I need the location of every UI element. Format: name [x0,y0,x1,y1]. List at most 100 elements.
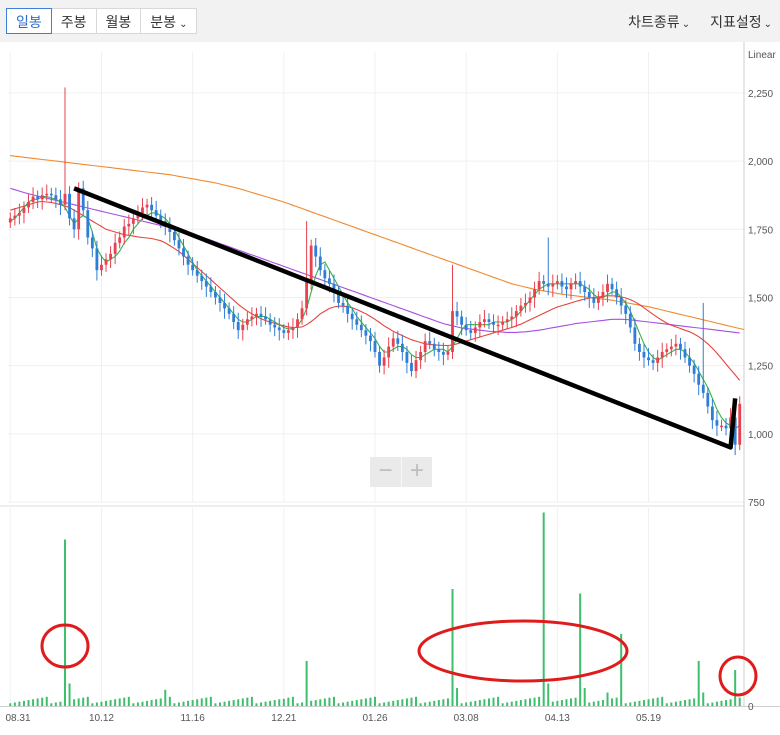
chevron-down-icon: ⌄ [681,19,691,30]
volume-bar [209,696,212,706]
chart-canvas[interactable]: Linear2,2502,0001,7501,5001,2501,000750 … [0,42,780,730]
candle-body [514,311,518,317]
chart-type-menu[interactable]: 차트종류 ⌄ [628,12,690,32]
tab-minute[interactable]: 분봉 ⌄ [140,8,198,34]
volume-bar [91,703,94,706]
candle-body [437,349,441,352]
candle-body [72,218,76,230]
candle-body [651,360,655,363]
date-tick-label: 03.08 [454,713,479,724]
tab-weekly[interactable]: 주봉 [50,8,97,34]
volume-bar [168,696,171,706]
volume-bar [706,703,709,706]
volume-bar [374,696,376,706]
volume-bar [415,696,418,706]
volume-bar [223,701,226,706]
volume-bar [332,696,335,706]
candle-body [227,308,231,314]
volume-bar [32,699,35,706]
volume-bar [469,701,472,706]
volume-bar [652,698,655,706]
candle-body [68,193,71,219]
volume-bar [136,702,139,706]
candle-body [715,420,719,426]
candle-body [86,210,90,238]
volume-bar [86,696,89,706]
price-tick-label: 2,000 [748,157,773,168]
date-tick-label: 08.31 [5,713,30,724]
candle-body [505,319,509,322]
volume-bar [478,700,481,706]
volume-bar [428,701,431,706]
volume-bar [246,697,249,706]
volume-bar [241,698,244,706]
price-tick-label: 750 [748,498,765,509]
date-tick-label: 01.26 [362,713,387,724]
candle-body [592,297,596,303]
zoom-in-button[interactable]: + [401,457,432,487]
price-tick-label: 1,250 [748,362,773,373]
volume-bar [483,699,486,706]
volume-bar [560,700,563,706]
stock-chart[interactable]: Linear 2,250 2,000 1,750 1,500 1,250 1,000 750 … [0,42,780,730]
candle-body [209,286,213,292]
candle-body [314,245,318,257]
volume-bar [269,700,272,706]
candle-body [574,281,578,284]
volume-bar [392,700,395,706]
volume-bar [446,698,449,706]
volume-bar [132,703,135,706]
candle-body [638,343,641,352]
zoom-out-button[interactable]: − [370,457,401,487]
tab-monthly[interactable]: 월봉 [95,8,142,34]
date-tick-label: 11.16 [180,713,205,724]
volume-bar [702,692,705,706]
candle-body [455,311,459,317]
candle-body [204,281,208,287]
candle-body [259,313,263,317]
date-tick-label: 12.21 [271,713,296,724]
chart-type-label: 차트종류 [628,14,680,30]
candle-body [451,311,454,352]
candle-body [309,245,313,282]
volume-bar [264,701,267,706]
volume-bar [588,702,591,706]
candle-body [569,283,573,290]
candle-body [565,286,568,290]
tab-monthly-label: 월봉 [105,14,132,30]
price-tick-label: 1,000 [748,430,773,441]
volume-bar [661,696,664,706]
candle-body [291,327,295,331]
volume-bar [287,697,290,706]
volume-bar [360,699,363,706]
candle-body [13,215,17,219]
candle-body [154,210,158,216]
candle-body [391,338,395,347]
candle-body [533,289,536,298]
tab-daily[interactable]: 일봉 [6,8,52,34]
date-tick-label: 10.12 [89,713,114,724]
candle-body [113,242,117,254]
volume-bar [725,700,728,706]
candle-body [323,270,327,279]
price-tick-label: 1,500 [748,293,773,304]
volume-bar [693,698,696,706]
candle-body [679,343,682,350]
volume-bar [159,698,162,706]
volume-bar [601,700,604,706]
volume-bar [624,703,627,706]
candle-body [669,346,673,350]
volume-bar [460,703,463,706]
candle-body [578,281,582,287]
indicator-settings-menu[interactable]: 지표설정 ⌄ [710,12,772,32]
candle-body [555,281,559,284]
zoom-control: − + [370,457,432,487]
candle-body [692,365,696,374]
candle-body [245,319,249,325]
candle-body [706,392,710,407]
tab-daily-label: 일봉 [16,14,42,30]
volume-bar [437,700,440,706]
candle-body [359,324,363,331]
candle-body [660,352,664,358]
volume-bar [456,688,459,706]
